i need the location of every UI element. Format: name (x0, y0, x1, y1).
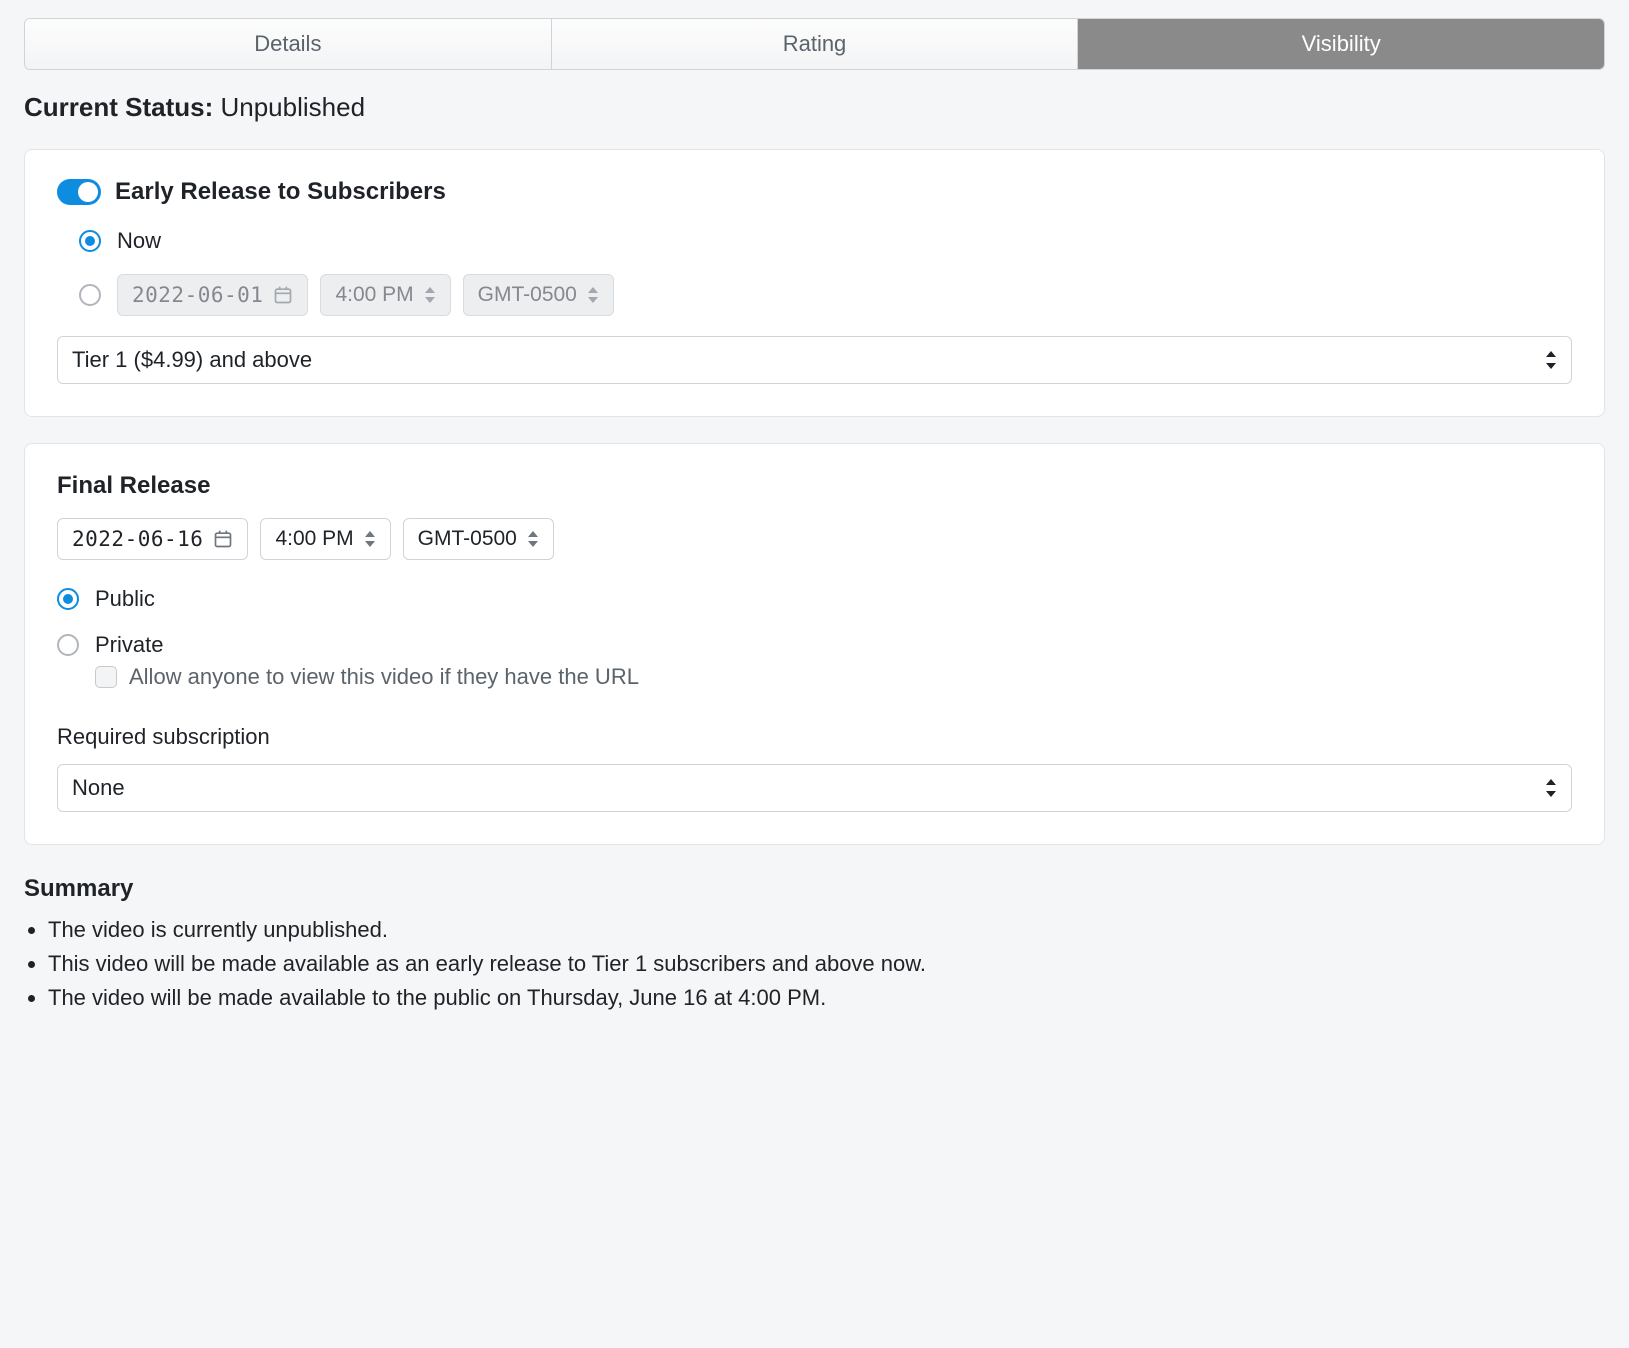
current-status-value: Unpublished (220, 92, 365, 122)
required-subscription-select[interactable]: None (57, 764, 1572, 812)
early-tz-value: GMT-0500 (478, 283, 577, 307)
early-tz-picker[interactable]: GMT-0500 (463, 274, 614, 316)
early-scheduled-radio[interactable] (79, 284, 101, 306)
caret-sort-icon (587, 287, 599, 303)
early-time-picker[interactable]: 4:00 PM (320, 274, 450, 316)
current-status: Current Status: Unpublished (24, 92, 1605, 123)
caret-sort-icon (1545, 779, 1557, 797)
summary-item: This video will be made available as an … (48, 951, 1605, 977)
final-date-value: 2022-06-16 (72, 527, 203, 551)
current-status-label: Current Status: (24, 92, 213, 122)
early-release-toggle[interactable] (57, 179, 101, 205)
summary-list: The video is currently unpublished. This… (24, 917, 1605, 1011)
calendar-icon (213, 529, 233, 549)
early-tier-select[interactable]: Tier 1 ($4.99) and above (57, 336, 1572, 384)
caret-sort-icon (527, 531, 539, 547)
early-release-card: Early Release to Subscribers Now 2022-06… (24, 149, 1605, 417)
caret-sort-icon (1545, 351, 1557, 369)
early-tier-value: Tier 1 ($4.99) and above (72, 347, 312, 373)
caret-sort-icon (364, 531, 376, 547)
calendar-icon (273, 285, 293, 305)
final-tz-value: GMT-0500 (418, 527, 517, 551)
final-tz-picker[interactable]: GMT-0500 (403, 518, 554, 560)
early-time-value: 4:00 PM (335, 283, 413, 307)
public-label: Public (95, 586, 155, 612)
final-time-picker[interactable]: 4:00 PM (260, 518, 390, 560)
tab-bar: Details Rating Visibility (24, 18, 1605, 70)
tab-rating[interactable]: Rating (552, 19, 1079, 69)
early-now-radio[interactable] (79, 230, 101, 252)
required-subscription-label: Required subscription (57, 724, 1572, 750)
caret-sort-icon (424, 287, 436, 303)
final-release-title: Final Release (57, 472, 1572, 500)
summary-item: The video will be made available to the … (48, 985, 1605, 1011)
final-time-value: 4:00 PM (275, 527, 353, 551)
tab-visibility[interactable]: Visibility (1078, 19, 1604, 69)
final-release-card: Final Release 2022-06-16 4:00 PM GMT-050… (24, 443, 1605, 845)
allow-url-label: Allow anyone to view this video if they … (129, 664, 639, 690)
tab-details[interactable]: Details (25, 19, 552, 69)
summary-item: The video is currently unpublished. (48, 917, 1605, 943)
early-date-value: 2022-06-01 (132, 283, 263, 307)
final-date-picker[interactable]: 2022-06-16 (57, 518, 248, 560)
required-subscription-value: None (72, 775, 125, 801)
public-radio[interactable] (57, 588, 79, 610)
early-date-picker[interactable]: 2022-06-01 (117, 274, 308, 316)
early-release-title: Early Release to Subscribers (115, 178, 446, 206)
early-now-label: Now (117, 228, 161, 254)
allow-url-checkbox[interactable] (95, 666, 117, 688)
private-radio[interactable] (57, 634, 79, 656)
summary-title: Summary (24, 875, 1605, 903)
private-label: Private (95, 632, 163, 658)
